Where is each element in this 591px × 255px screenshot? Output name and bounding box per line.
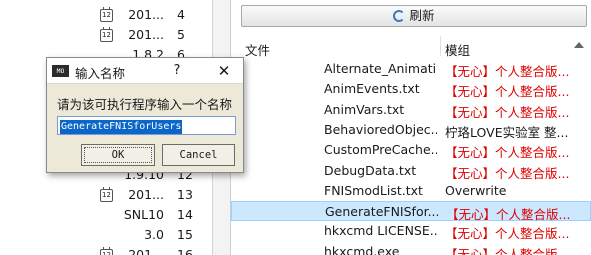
help-button[interactable]: ? [167, 61, 187, 81]
calendar-icon: 12 [100, 187, 113, 202]
version-cell: 201... [128, 7, 164, 22]
module-name: 【无心】个人整合版... [445, 84, 570, 100]
version-cell: 3.0 [144, 227, 164, 242]
file-row[interactable]: CustomPreCache... 【无心】个人整合版... [231, 140, 591, 160]
version-cell: 201... [128, 187, 164, 202]
column-separator[interactable] [440, 36, 441, 56]
file-name: FNISmodList.txt [324, 182, 423, 198]
column-header-file[interactable]: 文件 [245, 40, 270, 59]
file-row[interactable]: hkxcmd LICENSE.... 【无心】个人整合版... [231, 221, 591, 241]
file-row[interactable]: AnimVars.txt 【无心】个人整合版... [231, 100, 591, 120]
module-name: 【无心】个人整合版... [445, 165, 570, 181]
file-row[interactable]: hkxcmd.exe 【无心】个人整合版... [231, 242, 591, 255]
version-cell: SNL10 [123, 207, 164, 222]
file-name: DebugData.txt [324, 162, 417, 178]
column-header-module[interactable]: 模组 [445, 40, 470, 59]
module-name: 【无心】个人整合版... [445, 145, 570, 161]
version-cell: 201... [128, 247, 164, 255]
file-row[interactable]: FNISmodList.txt Overwrite [231, 181, 591, 201]
module-name: 柠珞LOVE实验室 整... [445, 124, 569, 140]
file-name: hkxcmd LICENSE.... [324, 223, 437, 239]
module-name: 【无心】个人整合版... [446, 207, 571, 223]
priority-cell: 16 [177, 247, 193, 255]
file-name: BehavioredObjec... [324, 121, 437, 137]
file-name: hkxcmd.exe [324, 243, 400, 255]
priority-cell: 15 [177, 227, 193, 242]
file-name: Alternate_Animati... [324, 61, 437, 76]
priority-cell: 13 [177, 187, 193, 202]
priority-cell: 14 [177, 207, 193, 222]
input-name-dialog: MO 输入名称 ? ✕ 请为该可执行程序输入一个名称 GenerateFNISf… [46, 57, 244, 173]
close-button[interactable]: ✕ [212, 61, 236, 81]
file-name: GenerateFNISfor... [325, 204, 438, 220]
table-row[interactable]: SNL10 14 [0, 205, 212, 225]
refresh-label: 刷新 [409, 8, 435, 23]
module-name: Overwrite [445, 182, 507, 198]
mod-organizer-icon: MO [52, 65, 69, 77]
cancel-button[interactable]: Cancel [162, 144, 235, 166]
table-row[interactable]: 12 201... 5 [0, 25, 212, 45]
table-row[interactable]: 12 201... 4 [0, 5, 212, 25]
refresh-icon [393, 10, 406, 22]
file-name: AnimVars.txt [324, 101, 405, 117]
file-row[interactable]: GenerateFNISfor... 【无心】个人整合版... [231, 201, 591, 223]
module-name: 【无心】个人整合版... [445, 246, 570, 255]
file-row[interactable]: BehavioredObjec... 柠珞LOVE实验室 整... [231, 120, 591, 140]
data-panel: 刷新 文件 模组 Alternate_Animati... 【无心】个人整合版..… [230, 0, 591, 255]
table-row[interactable]: 3.0 15 [0, 225, 212, 245]
file-name: AnimEvents.txt [324, 81, 420, 97]
dialog-title: 输入名称 [75, 66, 126, 81]
module-name: 【无心】个人整合版... [445, 226, 570, 242]
refresh-button[interactable]: 刷新 [241, 5, 587, 27]
priority-cell: 5 [177, 27, 185, 42]
file-row[interactable]: DebugData.txt 【无心】个人整合版... [231, 161, 591, 181]
version-cell: 201... [128, 27, 164, 42]
table-row[interactable]: 12 201... 16 [0, 245, 212, 255]
ok-button[interactable]: OK [81, 144, 155, 166]
name-input[interactable]: GenerateFNISforUsers [57, 116, 236, 135]
dialog-prompt: 请为该可执行程序输入一个名称 [57, 97, 233, 112]
dialog-titlebar[interactable]: MO 输入名称 ? ✕ [47, 58, 243, 84]
file-row[interactable]: AnimEvents.txt 【无心】个人整合版... [231, 79, 591, 99]
module-name: 【无心】个人整合版... [445, 64, 570, 79]
file-name: CustomPreCache... [324, 142, 437, 158]
name-input-value: GenerateFNISforUsers [60, 120, 183, 134]
table-row[interactable]: 12 201... 13 [0, 185, 212, 205]
calendar-icon: 12 [100, 7, 113, 22]
priority-cell: 4 [177, 7, 185, 22]
calendar-icon: 12 [100, 247, 113, 255]
calendar-icon: 12 [100, 27, 113, 42]
sort-ascending-icon [574, 42, 584, 48]
file-row[interactable]: Alternate_Animati... 【无心】个人整合版... [231, 59, 591, 79]
module-name: 【无心】个人整合版... [445, 104, 570, 120]
